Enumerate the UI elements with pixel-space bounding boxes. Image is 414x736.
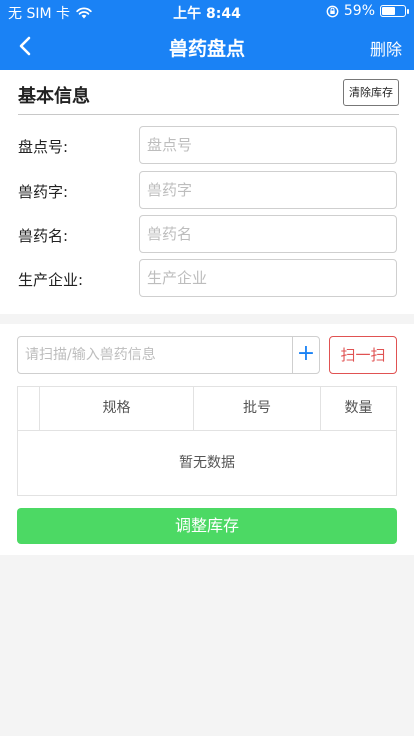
adjust-stock-button[interactable]: 调整库存 (17, 508, 397, 544)
orientation-lock-icon (326, 5, 339, 17)
nav-bar: 兽药盘点 删除 (0, 24, 414, 70)
drug-code-input[interactable] (139, 171, 397, 209)
basic-info-card: 基本信息 清除库存 盘点号: 兽药字: 兽药名: 生产企业: (0, 70, 414, 314)
column-header-spec: 规格 (40, 387, 194, 430)
status-right: 59% (326, 3, 409, 19)
form-row-drug-code: 兽药字: (0, 171, 414, 209)
scan-input[interactable] (17, 336, 293, 374)
scan-button[interactable]: 扫一扫 (329, 336, 397, 374)
column-header-batch: 批号 (194, 387, 321, 430)
battery-icon (380, 5, 409, 17)
add-button[interactable]: + (292, 336, 320, 374)
clear-stock-button[interactable]: 清除库存 (343, 79, 399, 106)
battery-percent: 59% (343, 3, 375, 19)
drug-code-label: 兽药字: (18, 183, 69, 201)
column-header-select (18, 387, 40, 430)
drug-name-input[interactable] (139, 215, 397, 253)
manufacturer-input[interactable] (139, 259, 397, 297)
inventory-table: 规格 批号 数量 暂无数据 (17, 386, 397, 496)
check-no-input[interactable] (139, 126, 397, 164)
column-header-quantity: 数量 (344, 400, 373, 416)
table-header: 规格 批号 数量 (18, 387, 396, 431)
inventory-card: + 扫一扫 规格 批号 数量 暂无数据 调整库存 (0, 324, 414, 555)
empty-state-text: 暂无数据 (179, 455, 235, 471)
drug-name-label: 兽药名: (18, 227, 69, 245)
form-row-check-no: 盘点号: (0, 126, 414, 164)
form-row-drug-name: 兽药名: (0, 215, 414, 253)
form-row-manufacturer: 生产企业: (0, 259, 414, 297)
status-bar: 无 SIM 卡 上午 8:44 59% (0, 0, 414, 24)
check-no-label: 盘点号: (18, 138, 69, 156)
back-arrow-icon[interactable] (14, 32, 38, 60)
top-bar: 无 SIM 卡 上午 8:44 59% 兽药盘点 删除 (0, 0, 414, 70)
manufacturer-label: 生产企业: (18, 271, 84, 289)
page-title: 兽药盘点 (168, 38, 245, 60)
section-title: 基本信息 (18, 86, 90, 107)
divider (18, 114, 399, 115)
delete-button[interactable]: 删除 (370, 36, 402, 60)
